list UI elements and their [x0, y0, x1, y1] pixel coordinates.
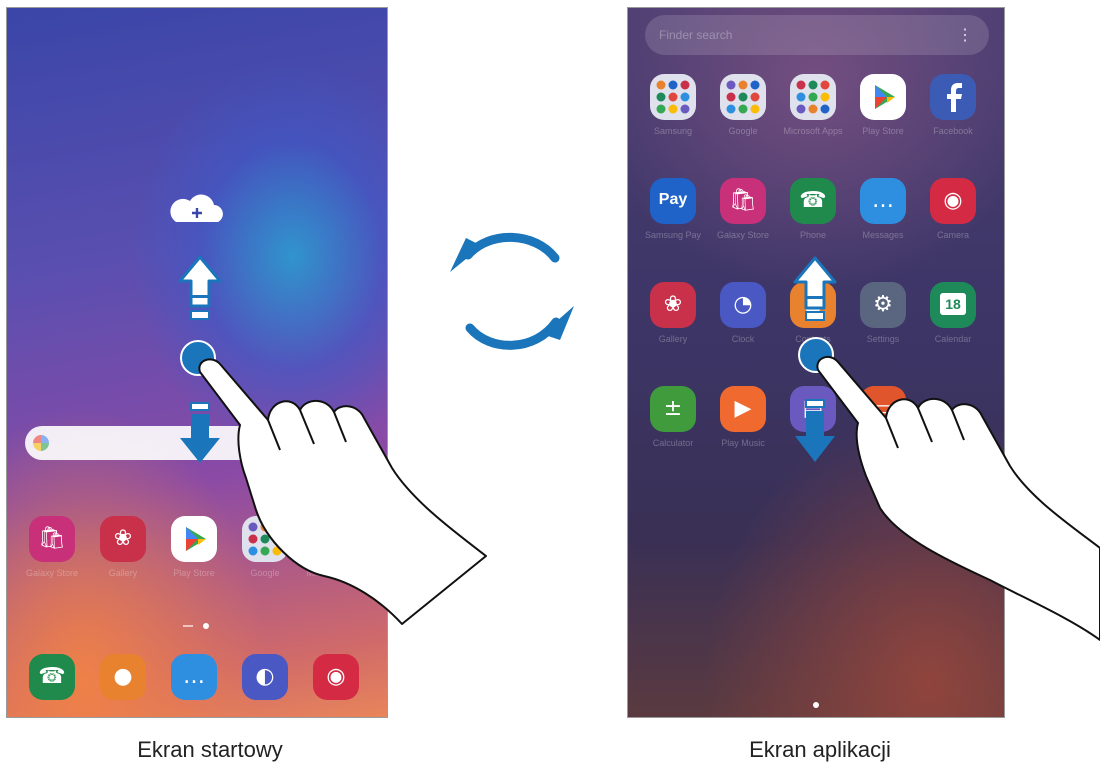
pointing-hand-icon	[198, 358, 487, 625]
cycle-arrowhead-bottom-icon	[542, 306, 574, 340]
home-screen-caption: Ekran startowy	[137, 737, 283, 762]
apps-screen-caption: Ekran aplikacji	[749, 737, 891, 762]
swipe-up-arrow-icon	[178, 255, 222, 320]
switch-cycle-icon	[463, 232, 561, 350]
swipe-down-arrow-icon	[180, 402, 220, 463]
swipe-down-arrow-icon	[795, 399, 835, 462]
gesture-overlay	[170, 194, 1100, 641]
pointing-hand-icon	[816, 355, 1100, 641]
swipe-up-arrow-icon	[793, 256, 837, 321]
add-cloud-icon	[170, 194, 223, 222]
